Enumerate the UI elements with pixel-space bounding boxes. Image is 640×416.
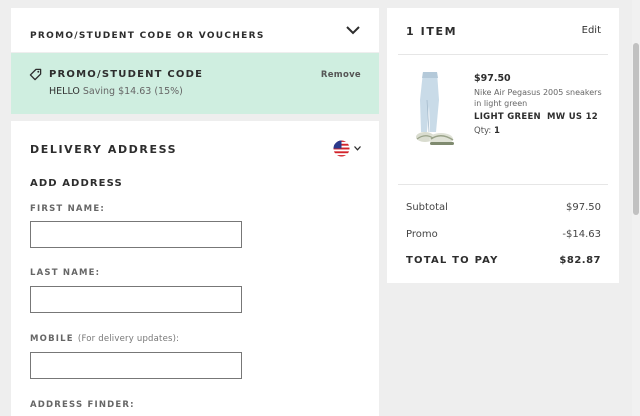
- promo-saving-text: Saving $14.63 (15%): [82, 86, 183, 97]
- mobile-label: MOBILE (For delivery updates):: [30, 334, 179, 344]
- last-name-label: LAST NAME:: [30, 268, 101, 278]
- item-name[interactable]: Nike Air Pegasus 2005 sneakers in light …: [474, 87, 609, 109]
- subtotal-value: $97.50: [566, 202, 601, 213]
- subtotal-label: Subtotal: [406, 202, 448, 213]
- mobile-field[interactable]: [30, 352, 242, 379]
- item-quantity: Qty: 1: [474, 126, 500, 136]
- last-name-field[interactable]: [30, 286, 242, 313]
- total-label: TOTAL TO PAY: [406, 255, 499, 266]
- edit-bag-link[interactable]: Edit: [582, 25, 601, 36]
- page-scrollbar[interactable]: [632, 0, 640, 416]
- scrollbar-thumb[interactable]: [633, 43, 639, 215]
- first-name-field[interactable]: [30, 221, 242, 248]
- promo-label: Promo: [406, 229, 438, 240]
- order-summary: 1 ITEM Edit $97.50 Nike Air Pegasus 2005…: [387, 8, 619, 283]
- total-value: $82.87: [559, 255, 601, 266]
- qty-label: Qty:: [474, 126, 492, 136]
- mobile-label-text: MOBILE: [30, 334, 74, 344]
- applied-promo-details: HELLO Saving $14.63 (15%): [49, 86, 183, 97]
- address-finder-label: ADDRESS FINDER:: [30, 400, 135, 410]
- applied-promo-banner: PROMO/STUDENT CODE Remove HELLO Saving $…: [11, 53, 379, 114]
- total-row: TOTAL TO PAY $82.87: [406, 255, 601, 266]
- promo-row: Promo -$14.63: [406, 229, 601, 240]
- promo-accordion-title: PROMO/STUDENT CODE OR VOUCHERS: [30, 31, 265, 41]
- promo-value: -$14.63: [562, 229, 601, 240]
- chevron-down-icon[interactable]: [345, 24, 361, 36]
- item-colour: LIGHT GREEN: [474, 112, 541, 122]
- add-address-heading: ADD ADDRESS: [30, 178, 123, 189]
- promo-code-accordion[interactable]: PROMO/STUDENT CODE OR VOUCHERS: [11, 8, 379, 52]
- tag-icon: [29, 68, 42, 81]
- mobile-label-hint: (For delivery updates):: [77, 334, 180, 344]
- country-chevron-down-icon[interactable]: [354, 146, 361, 151]
- promo-code-value: HELLO: [49, 86, 80, 97]
- applied-promo-title: PROMO/STUDENT CODE: [49, 69, 204, 80]
- item-price: $97.50: [474, 73, 511, 84]
- product-image[interactable]: [403, 70, 463, 150]
- delivery-address-section: DELIVERY ADDRESS ADD ADDRESS FIRST NAME:…: [11, 121, 379, 416]
- items-count-title: 1 ITEM: [406, 25, 458, 38]
- first-name-label: FIRST NAME:: [30, 204, 105, 214]
- qty-value: 1: [494, 126, 500, 136]
- divider: [398, 184, 608, 185]
- item-size: MW US 12: [547, 112, 599, 122]
- delivery-address-title: DELIVERY ADDRESS: [30, 143, 178, 156]
- remove-promo-button[interactable]: Remove: [321, 70, 361, 80]
- us-flag-icon[interactable]: [333, 140, 350, 157]
- divider: [398, 54, 608, 55]
- subtotal-row: Subtotal $97.50: [406, 202, 601, 213]
